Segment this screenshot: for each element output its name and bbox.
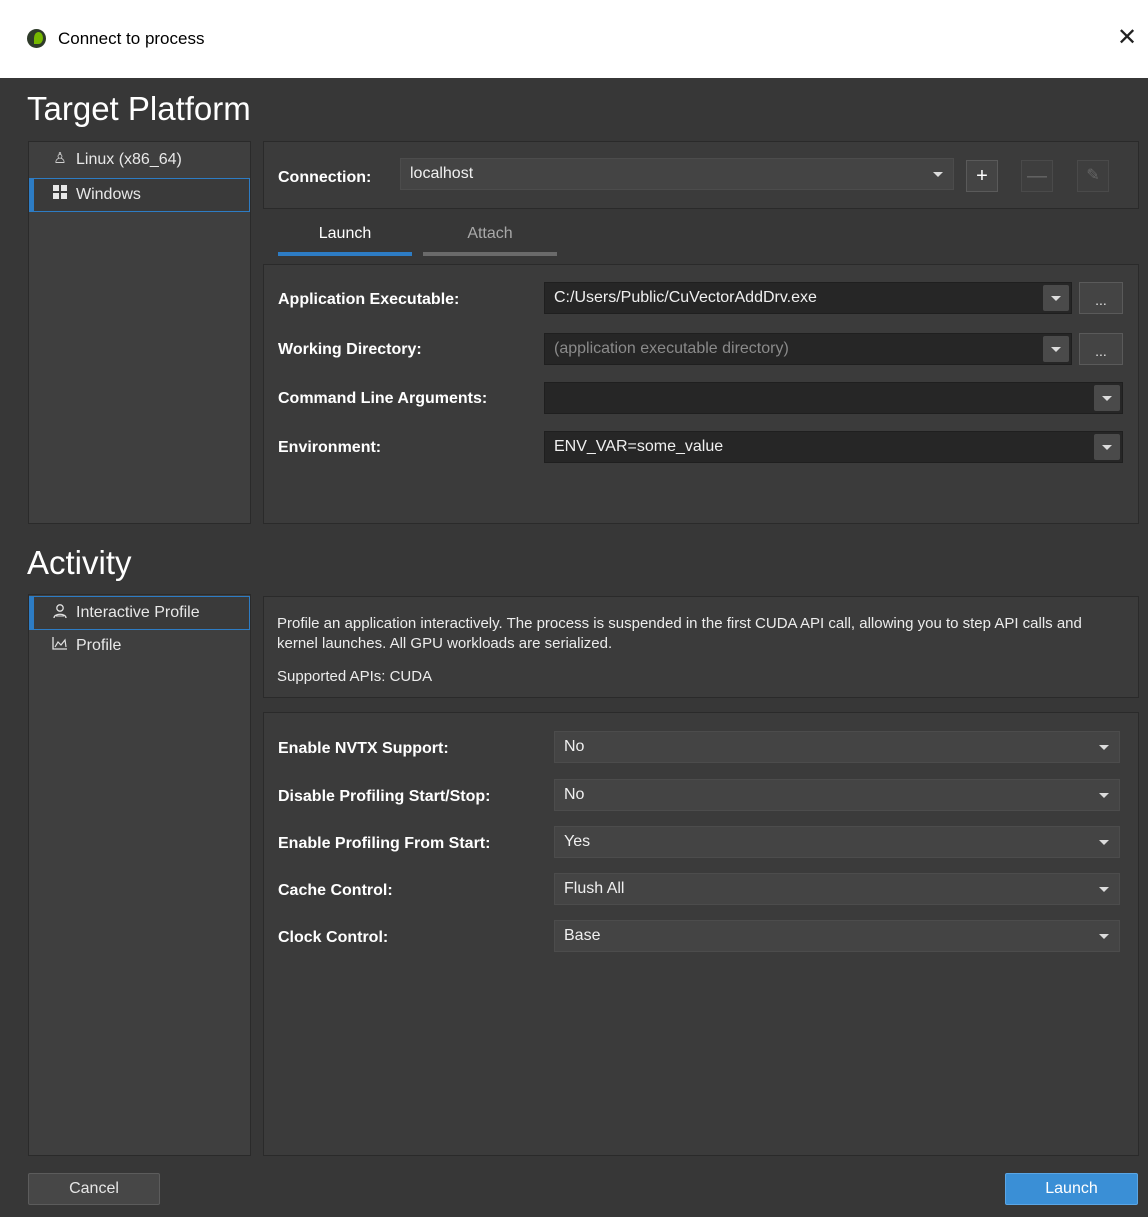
option-value: Yes [564, 833, 591, 850]
activity-description-box: Profile an application interactively. Th… [263, 596, 1139, 698]
connection-label: Connection: [278, 169, 372, 186]
profile-chart-icon [51, 636, 69, 654]
chevron-down-icon [1094, 385, 1120, 411]
tab-label: Attach [467, 225, 513, 242]
edit-connection-button[interactable]: ✎ [1077, 160, 1109, 192]
option-value: Flush All [564, 880, 625, 897]
connection-value: localhost [410, 165, 474, 182]
remove-connection-button[interactable]: — [1021, 160, 1053, 192]
option-value: No [564, 738, 585, 755]
target-platform-heading: Target Platform [27, 90, 251, 127]
platform-label: Windows [76, 186, 141, 203]
close-icon[interactable]: ✕ [1114, 26, 1140, 52]
nvidia-app-icon [27, 29, 46, 48]
environment-value: ENV_VAR=some_value [554, 438, 724, 455]
browse-executable-button[interactable]: ... [1079, 282, 1123, 314]
profiling-from-start-select[interactable]: Yes [554, 826, 1120, 858]
chevron-down-icon [925, 161, 951, 187]
chevron-down-icon [1091, 876, 1117, 902]
activity-description: Profile an application interactively. Th… [277, 615, 1082, 652]
app-executable-value: C:/Users/Public/CuVectorAddDrv.exe [554, 289, 817, 306]
command-line-args-label: Command Line Arguments: [278, 390, 488, 407]
command-line-args-input[interactable] [544, 382, 1123, 414]
platform-item-linux[interactable]: ♙ Linux (x86_64) [29, 144, 250, 178]
option-value: Base [564, 927, 601, 944]
tab-attach[interactable]: Attach [423, 220, 557, 256]
chevron-down-icon [1091, 923, 1117, 949]
activity-item-profile[interactable]: Profile [29, 630, 250, 664]
option-value: No [564, 786, 585, 803]
connection-box: Connection: localhost + — ✎ [263, 141, 1139, 209]
option-label: Enable NVTX Support: [278, 740, 449, 757]
connection-select[interactable]: localhost [400, 158, 954, 190]
tab-underline [278, 252, 412, 256]
tab-underline [423, 252, 557, 256]
windows-icon [51, 185, 69, 203]
chevron-down-icon [1091, 782, 1117, 808]
add-connection-button[interactable]: + [966, 160, 998, 192]
tab-launch[interactable]: Launch [278, 220, 412, 256]
linux-icon: ♙ [53, 150, 67, 167]
browse-directory-button[interactable]: ... [1079, 333, 1123, 365]
supported-apis: Supported APIs: CUDA [277, 668, 433, 685]
activity-label: Interactive Profile [76, 604, 200, 621]
environment-label: Environment: [278, 439, 382, 456]
launch-button[interactable]: Launch [1005, 1173, 1138, 1205]
environment-input[interactable]: ENV_VAR=some_value [544, 431, 1123, 463]
profiling-start-stop-select[interactable]: No [554, 779, 1120, 811]
launch-settings-box: Application Executable: C:/Users/Public/… [263, 264, 1139, 524]
working-directory-input[interactable]: (application executable directory) [544, 333, 1072, 365]
activity-item-interactive-profile[interactable]: Interactive Profile [29, 596, 250, 630]
window-title: Connect to process [58, 29, 205, 48]
option-label: Cache Control: [278, 882, 393, 899]
platform-list: ♙ Linux (x86_64) Windows [28, 141, 251, 524]
activity-label: Profile [76, 637, 122, 654]
tab-label: Launch [318, 225, 372, 242]
app-executable-label: Application Executable: [278, 291, 460, 308]
working-directory-placeholder: (application executable directory) [554, 340, 789, 357]
chevron-down-icon [1091, 829, 1117, 855]
window-titlebar: Connect to process ✕ [0, 0, 1148, 78]
chevron-down-icon [1094, 434, 1120, 460]
clock-control-select[interactable]: Base [554, 920, 1120, 952]
working-directory-label: Working Directory: [278, 341, 422, 358]
interactive-profile-icon [51, 603, 69, 621]
chevron-down-icon [1043, 285, 1069, 311]
chevron-down-icon [1043, 336, 1069, 362]
option-label: Enable Profiling From Start: [278, 835, 491, 852]
option-label: Disable Profiling Start/Stop: [278, 788, 491, 805]
cancel-button[interactable]: Cancel [28, 1173, 160, 1205]
activity-list: Interactive Profile Profile [28, 594, 251, 1156]
option-label: Clock Control: [278, 929, 389, 946]
chevron-down-icon [1091, 734, 1117, 760]
cache-control-select[interactable]: Flush All [554, 873, 1120, 905]
activity-options-box: Enable NVTX Support: No Disable Profilin… [263, 712, 1139, 1156]
activity-heading: Activity [27, 544, 132, 581]
platform-label: Linux (x86_64) [76, 151, 182, 168]
app-executable-input[interactable]: C:/Users/Public/CuVectorAddDrv.exe [544, 282, 1072, 314]
platform-item-windows[interactable]: Windows [29, 178, 250, 212]
nvtx-support-select[interactable]: No [554, 731, 1120, 763]
